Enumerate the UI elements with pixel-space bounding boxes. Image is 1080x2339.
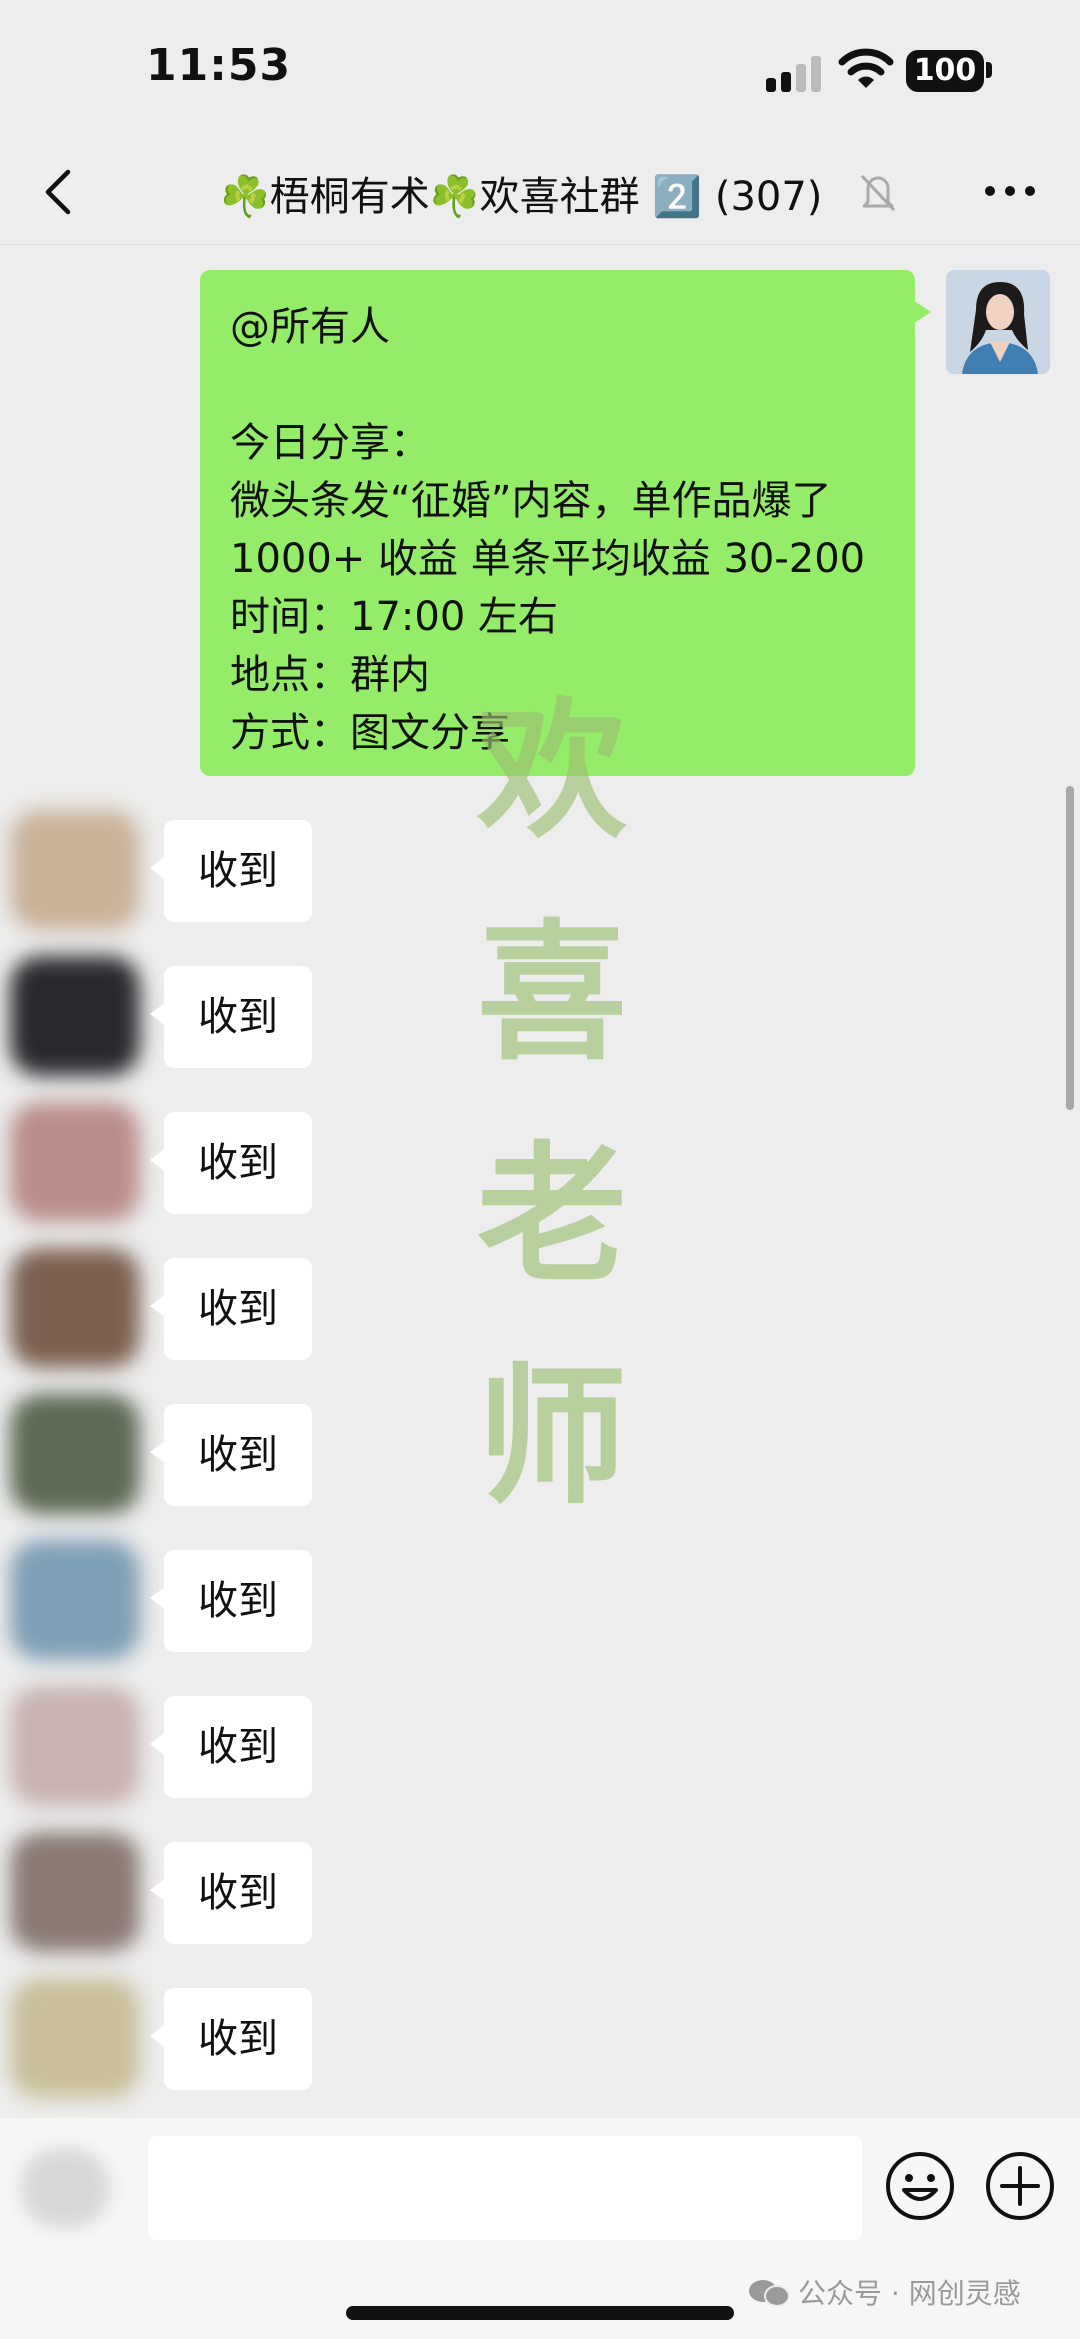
status-time: 11:53 — [146, 40, 292, 91]
message-input[interactable] — [148, 2136, 862, 2240]
member-avatar[interactable] — [10, 1102, 140, 1222]
watermark-char: 欢 — [476, 683, 627, 859]
watermark-char: 师 — [476, 1349, 627, 1525]
add-plus-icon[interactable] — [984, 2150, 1056, 2222]
chat-title[interactable]: ☘️梧桐有术☘️欢喜社群 2️⃣ (307) — [220, 164, 822, 222]
self-avatar[interactable] — [946, 270, 1050, 374]
voice-toggle-icon[interactable] — [20, 2148, 110, 2228]
source-text: 公众号 · 网创灵感 — [798, 2277, 1021, 2310]
reply-bubble[interactable]: 收到 — [150, 1988, 312, 2090]
watermark-char: 老 — [476, 1127, 627, 1303]
member-avatar[interactable] — [10, 1832, 140, 1952]
reply-bubble[interactable]: 收到 — [150, 820, 312, 922]
watermark: 欢 喜 老 师 — [452, 660, 652, 1548]
reply-bubble[interactable]: 收到 — [150, 1404, 312, 1506]
battery-cap — [986, 62, 992, 78]
reply-bubble[interactable]: 收到 — [150, 1550, 312, 1652]
reply-bubble[interactable]: 收到 — [150, 966, 312, 1068]
member-avatar[interactable] — [10, 1978, 140, 2098]
self-avatar-portrait — [946, 270, 1050, 374]
wifi-icon — [838, 48, 894, 88]
watermark-char: 喜 — [476, 905, 627, 1081]
reply-bubble[interactable]: 收到 — [150, 1696, 312, 1798]
reply-bubble[interactable]: 收到 — [150, 1112, 312, 1214]
cellular-signal-icon — [766, 56, 826, 92]
status-bar: 11:53 100 — [0, 0, 1080, 140]
reply-bubble[interactable]: 收到 — [150, 1842, 312, 1944]
member-avatar[interactable] — [10, 1248, 140, 1368]
member-avatar[interactable] — [10, 1540, 140, 1660]
member-avatar[interactable] — [10, 810, 140, 930]
back-arrow-icon[interactable] — [30, 162, 90, 222]
battery-indicator: 100 — [906, 50, 984, 92]
source-watermark: 公众号 · 网创灵感 — [748, 2272, 1021, 2312]
member-avatar[interactable] — [10, 1394, 140, 1514]
mute-bell-icon — [860, 174, 896, 212]
chat-header: ☘️梧桐有术☘️欢喜社群 2️⃣ (307) — [0, 140, 1080, 245]
emoji-icon[interactable] — [884, 2150, 956, 2222]
reply-bubble[interactable]: 收到 — [150, 1258, 312, 1360]
wechat-icon — [749, 2280, 790, 2307]
more-options-icon[interactable] — [982, 176, 1038, 206]
member-avatar[interactable] — [10, 956, 140, 1076]
home-indicator[interactable] — [346, 2306, 734, 2320]
member-avatar[interactable] — [10, 1686, 140, 1806]
scrollbar-thumb[interactable] — [1066, 786, 1074, 1110]
